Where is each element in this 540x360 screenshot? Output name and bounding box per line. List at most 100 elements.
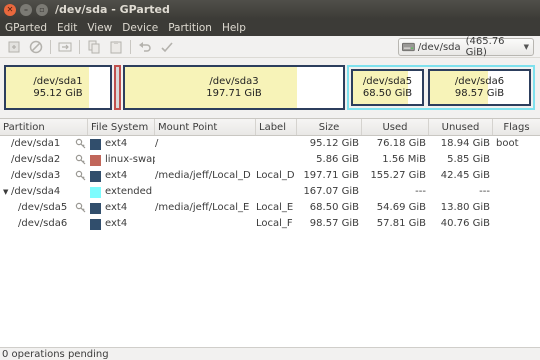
column-header-mountpoint[interactable]: Mount Point: [155, 119, 256, 135]
filesystem-cell: linux-swap: [88, 152, 155, 168]
partition-name: /dev/sda5: [362, 75, 413, 87]
device-size: (465.76 GiB): [465, 36, 505, 58]
close-icon[interactable]: ✕: [4, 3, 16, 16]
filesystem-name: linux-swap: [105, 154, 155, 165]
used-cell: 1.56 MiB: [382, 154, 426, 165]
partition-name: /dev/sda1: [33, 75, 83, 87]
partition-cell: /dev/sda6: [0, 216, 88, 232]
mountpoint-cell: /media/jeff/Local_E: [155, 202, 250, 213]
title-bar: ✕ – ▫ /dev/sda - GParted: [0, 0, 540, 19]
minimize-icon[interactable]: –: [20, 3, 32, 16]
table-row[interactable]: /dev/sda6 ext4 Local_F 98.57 GiB 57.81 GiB 40…: [0, 216, 540, 232]
label-cell: Local_F: [256, 218, 293, 229]
partition-name: /dev/sda6: [454, 75, 505, 87]
filesystem-color-swatch: [90, 154, 101, 166]
menu-device[interactable]: Device: [117, 22, 163, 34]
key-icon: [75, 170, 86, 181]
filesystem-name: ext4: [105, 170, 128, 181]
toolbar-separator: [79, 39, 80, 54]
apply-icon[interactable]: [159, 39, 175, 55]
toolbar-separator: [130, 39, 131, 54]
filesystem-cell: ext4: [88, 168, 155, 184]
label-cell: Local_D: [256, 170, 295, 181]
column-header-used[interactable]: Used: [362, 119, 429, 135]
size-cell: 5.86 GiB: [316, 154, 359, 165]
used-cell: 57.81 GiB: [376, 218, 426, 229]
diskmap-sda6[interactable]: /dev/sda6 98.57 GiB: [428, 69, 531, 106]
mountpoint-cell: /: [155, 138, 159, 149]
partition-size: 68.50 GiB: [362, 87, 413, 99]
diskmap-sda5[interactable]: /dev/sda5 68.50 GiB: [351, 69, 424, 106]
menu-bar: GParted Edit View Device Partition Help: [0, 19, 540, 36]
toolbar: /dev/sda (465.76 GiB) ▼: [0, 36, 540, 58]
table-row[interactable]: /dev/sda1 ext4 / 95.12 GiB 76.18 GiB 18.94 Gi…: [0, 136, 540, 152]
disk-map: /dev/sda1 95.12 GiB /dev/sda3 197.71 GiB…: [0, 58, 540, 118]
diskmap-sda2[interactable]: [114, 65, 121, 110]
size-cell: 68.50 GiB: [309, 202, 359, 213]
partition-path: /dev/sda5: [18, 202, 68, 213]
partition-cell: ▼/dev/sda4: [0, 184, 88, 200]
unused-cell: ---: [479, 186, 490, 197]
column-header-filesystem[interactable]: File System: [88, 119, 155, 135]
unused-cell: 5.85 GiB: [447, 154, 490, 165]
partition-cell: /dev/sda5: [0, 200, 88, 216]
label-cell: Local_E: [256, 202, 294, 213]
column-header-label[interactable]: Label: [256, 119, 297, 135]
partition-path: /dev/sda1: [11, 138, 61, 149]
column-header-size[interactable]: Size: [297, 119, 362, 135]
undo-icon[interactable]: [137, 39, 153, 55]
partition-cell: /dev/sda2: [0, 152, 88, 168]
expander-arrow-icon[interactable]: ▼: [3, 184, 8, 200]
size-cell: 167.07 GiB: [303, 186, 359, 197]
partition-path: /dev/sda4: [11, 186, 61, 197]
table-row[interactable]: /dev/sda2 linux-swap 5.86 GiB 1.56 MiB 5.85 …: [0, 152, 540, 168]
size-cell: 95.12 GiB: [309, 138, 359, 149]
filesystem-color-swatch: [90, 170, 101, 182]
filesystem-name: ext4: [105, 138, 128, 149]
partition-cell: /dev/sda3: [0, 168, 88, 184]
filesystem-cell: extended: [88, 184, 155, 200]
filesystem-color-swatch: [90, 186, 101, 198]
menu-edit[interactable]: Edit: [52, 22, 82, 34]
unused-cell: 13.80 GiB: [440, 202, 490, 213]
partition-path: /dev/sda2: [11, 154, 61, 165]
partition-size: 95.12 GiB: [33, 87, 83, 99]
filesystem-name: ext4: [105, 218, 128, 229]
used-cell: 155.27 GiB: [370, 170, 426, 181]
filesystem-color-swatch: [90, 138, 101, 150]
partition-size: 197.71 GiB: [206, 87, 262, 99]
device-selector[interactable]: /dev/sda (465.76 GiB) ▼: [398, 36, 534, 58]
menu-gparted[interactable]: GParted: [0, 22, 52, 34]
key-icon: [75, 202, 86, 213]
unused-cell: 18.94 GiB: [440, 138, 490, 149]
column-header-flags[interactable]: Flags: [493, 119, 540, 135]
table-header: Partition File System Mount Point Label …: [0, 119, 540, 136]
menu-partition[interactable]: Partition: [163, 22, 217, 34]
diskmap-sda1[interactable]: /dev/sda1 95.12 GiB: [4, 65, 112, 110]
column-header-partition[interactable]: Partition: [0, 119, 88, 135]
device-name: /dev/sda: [417, 41, 461, 53]
menu-help[interactable]: Help: [217, 22, 251, 34]
new-icon[interactable]: [6, 39, 22, 55]
maximize-icon[interactable]: ▫: [36, 3, 48, 16]
partition-size: 98.57 GiB: [454, 87, 505, 99]
diskmap-sda3[interactable]: /dev/sda3 197.71 GiB: [123, 65, 345, 110]
partition-name: /dev/sda3: [209, 75, 259, 87]
unused-cell: 40.76 GiB: [440, 218, 490, 229]
chevron-down-icon: ▼: [523, 43, 529, 51]
unused-cell: 42.45 GiB: [440, 170, 490, 181]
column-header-unused[interactable]: Unused: [429, 119, 493, 135]
harddisk-icon: [402, 42, 415, 52]
copy-icon[interactable]: [86, 39, 102, 55]
menu-view[interactable]: View: [82, 22, 117, 34]
table-row[interactable]: /dev/sda3 ext4/media/jeff/Local_D Local_D 1…: [0, 168, 540, 184]
key-icon: [75, 138, 86, 149]
delete-icon[interactable]: [28, 39, 44, 55]
filesystem-name: extended: [105, 186, 153, 197]
resize-move-icon[interactable]: [57, 39, 73, 55]
paste-icon[interactable]: [108, 39, 124, 55]
table-row[interactable]: ▼/dev/sda4 extended 167.07 GiB --- ---: [0, 184, 540, 200]
table-row[interactable]: /dev/sda5 ext4/media/jeff/Local_E Local_E 6…: [0, 200, 540, 216]
filesystem-color-swatch: [90, 218, 101, 230]
partition-path: /dev/sda6: [18, 218, 68, 229]
